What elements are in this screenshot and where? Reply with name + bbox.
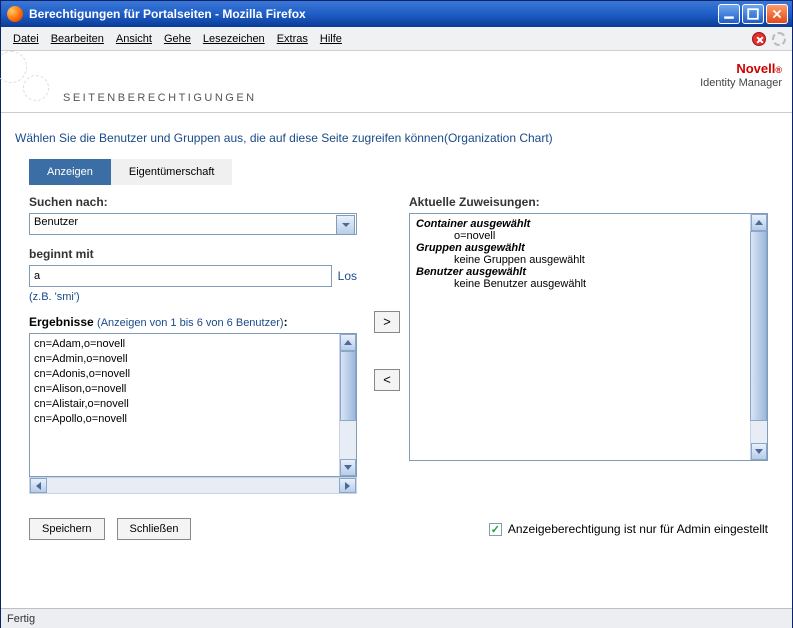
save-button[interactable]: Speichern — [29, 518, 105, 540]
page-header: SEITENBERECHTIGUNGEN Novell® Identity Ma… — [1, 51, 792, 113]
list-item[interactable]: cn=Alison,o=novell — [34, 382, 338, 397]
add-button[interactable]: > — [374, 311, 400, 333]
instruction-text: Wählen Sie die Benutzer und Gruppen aus,… — [1, 113, 792, 155]
tab-bar: Anzeigen Eigentümerschaft — [1, 155, 792, 185]
brand-name: Novell — [736, 61, 775, 76]
list-item[interactable]: cn=Admin,o=novell — [34, 352, 338, 367]
brand-sub: Identity Manager — [700, 77, 782, 91]
tab-view[interactable]: Anzeigen — [29, 159, 111, 185]
gear-graphic — [1, 57, 61, 112]
menu-extras[interactable]: Extras — [271, 30, 314, 48]
groups-value: keine Gruppen ausgewählt — [416, 254, 749, 266]
transfer-buttons: > < — [369, 195, 405, 494]
menu-view[interactable]: Ansicht — [110, 30, 158, 48]
scroll-up-icon[interactable] — [751, 214, 767, 231]
go-link[interactable]: Los — [338, 269, 357, 283]
begins-label: beginnt mit — [29, 247, 357, 261]
menu-go[interactable]: Gehe — [158, 30, 197, 48]
menu-bookmarks[interactable]: Lesezeichen — [197, 30, 271, 48]
list-item[interactable]: cn=Adonis,o=novell — [34, 367, 338, 382]
groups-heading: Gruppen ausgewählt — [416, 242, 749, 254]
scroll-left-icon[interactable] — [30, 478, 47, 493]
scroll-thumb[interactable] — [340, 351, 356, 421]
status-text: Fertig — [7, 613, 35, 625]
results-listbox[interactable]: cn=Adam,o=novell cn=Admin,o=novell cn=Ad… — [29, 333, 357, 477]
search-input[interactable] — [29, 265, 332, 287]
maximize-button[interactable] — [742, 4, 764, 24]
admin-only-checkbox[interactable]: ✓ — [489, 523, 502, 536]
close-page-button[interactable]: Schließen — [117, 518, 192, 540]
users-heading: Benutzer ausgewählt — [416, 266, 749, 278]
window-controls — [718, 4, 788, 24]
menu-file[interactable]: Datei — [7, 30, 45, 48]
tab-ownership[interactable]: Eigentümerschaft — [111, 159, 233, 185]
footer-row: Speichern Schließen ✓ Anzeigeberechtigun… — [1, 494, 792, 540]
window-titlebar: Berechtigungen für Portalseiten - Mozill… — [1, 1, 792, 27]
users-value: keine Benutzer ausgewählt — [416, 278, 749, 290]
scrollbar-vertical[interactable] — [339, 334, 356, 476]
search-column: Suchen nach: Benutzer beginnt mit Los (z… — [29, 195, 369, 494]
search-hint: (z.B. 'smi') — [29, 291, 357, 303]
brand-reg: ® — [775, 65, 782, 75]
menu-edit[interactable]: Bearbeiten — [45, 30, 110, 48]
page-title: SEITENBERECHTIGUNGEN — [63, 92, 257, 104]
assignments-label: Aktuelle Zuweisungen: — [409, 195, 768, 209]
container-value: o=novell — [416, 230, 749, 242]
firefox-icon — [7, 6, 23, 22]
scrollbar-horizontal[interactable] — [29, 477, 357, 494]
scroll-up-icon[interactable] — [340, 334, 356, 351]
statusbar: Fertig — [1, 608, 792, 628]
list-item[interactable]: cn=Adam,o=novell — [34, 337, 338, 352]
remove-button[interactable]: < — [374, 369, 400, 391]
assignments-column: Aktuelle Zuweisungen: Container ausgewäh… — [405, 195, 768, 494]
scroll-thumb[interactable] — [750, 231, 767, 421]
minimize-button[interactable] — [718, 4, 740, 24]
close-button[interactable] — [766, 4, 788, 24]
container-heading: Container ausgewählt — [416, 218, 749, 230]
admin-only-label: Anzeigeberechtigung ist nur für Admin ei… — [508, 522, 768, 536]
list-item[interactable]: cn=Alistair,o=novell — [34, 397, 338, 412]
throbber-icon — [772, 32, 786, 46]
scroll-down-icon[interactable] — [751, 443, 767, 460]
stop-icon[interactable] — [752, 32, 766, 46]
scroll-down-icon[interactable] — [340, 459, 356, 476]
search-type-select[interactable]: Benutzer — [29, 213, 357, 235]
results-label: Ergebnisse (Anzeigen von 1 bis 6 von 6 B… — [29, 315, 357, 329]
list-item[interactable]: cn=Apollo,o=novell — [34, 412, 338, 427]
menu-help[interactable]: Hilfe — [314, 30, 348, 48]
brand-block: Novell® Identity Manager — [700, 57, 782, 112]
window-title: Berechtigungen für Portalseiten - Mozill… — [29, 7, 718, 21]
scroll-right-icon[interactable] — [339, 478, 356, 493]
page-content: SEITENBERECHTIGUNGEN Novell® Identity Ma… — [1, 51, 792, 608]
search-label: Suchen nach: — [29, 195, 357, 209]
menubar: Datei Bearbeiten Ansicht Gehe Lesezeiche… — [1, 27, 792, 51]
assignments-listbox[interactable]: Container ausgewählt o=novell Gruppen au… — [409, 213, 768, 461]
